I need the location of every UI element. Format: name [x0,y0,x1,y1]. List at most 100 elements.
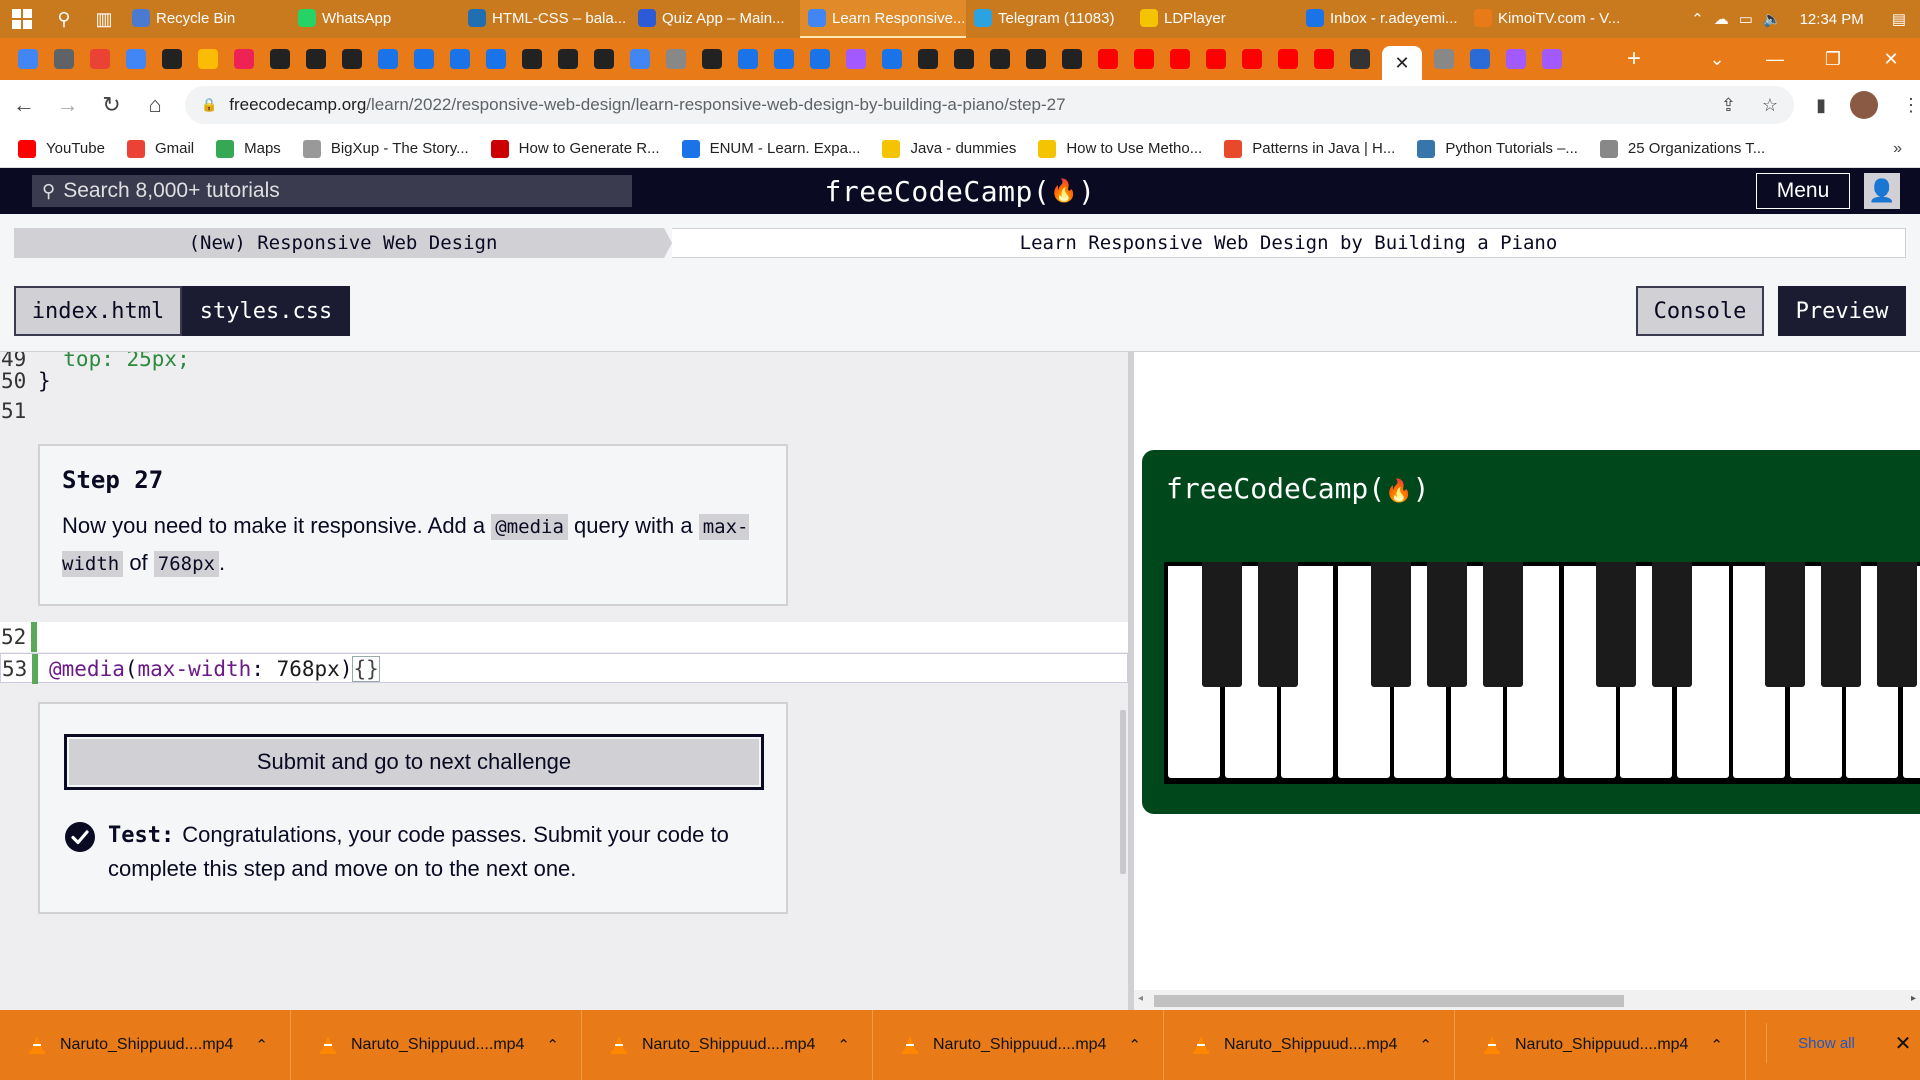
browser-tab[interactable] [374,45,402,73]
taskbar-task[interactable]: WhatsApp [290,0,460,38]
browser-tab[interactable] [230,45,258,73]
close-downloads-icon[interactable]: ✕ [1886,1023,1920,1063]
taskbar-task[interactable]: KimoiTV.com - V... [1466,0,1638,38]
breadcrumb-block[interactable]: Learn Responsive Web Design by Building … [672,228,1906,258]
browser-tab[interactable] [158,45,186,73]
scroll-right-icon[interactable]: ▸ [1911,993,1916,1004]
browser-tab[interactable] [626,45,654,73]
notifications-icon[interactable]: ▤ [1892,10,1906,28]
browser-tab[interactable] [266,45,294,73]
browser-tab[interactable] [1166,45,1194,73]
code-line-active[interactable]: 53 @media(max-width: 768px){} [0,653,1128,684]
user-avatar-icon[interactable]: 👤 [1864,173,1900,209]
bookmark-item[interactable]: YouTube [18,139,105,158]
code-line[interactable]: 51 [0,396,1128,426]
browser-tab[interactable] [410,45,438,73]
download-item[interactable]: Naruto_Shippuud....mp4 ⌃ [0,1010,291,1080]
search-icon[interactable]: ⚲ [44,0,84,38]
browser-tab[interactable] [1574,45,1602,73]
browser-tab[interactable] [338,45,366,73]
clock[interactable]: 12:34 PM [1800,11,1864,28]
submit-button[interactable]: Submit and go to next challenge [64,734,764,790]
browser-tab[interactable] [1022,45,1050,73]
browser-tab[interactable] [1238,45,1266,73]
chevron-up-icon[interactable]: ⌃ [1128,1036,1141,1054]
taskbar-task[interactable]: Recycle Bin [124,0,290,38]
chevron-up-icon[interactable]: ⌃ [1691,10,1704,28]
bookmark-item[interactable]: How to Use Metho... [1038,139,1202,158]
browser-tab[interactable] [1274,45,1302,73]
bookmark-item[interactable]: How to Generate R... [490,139,660,158]
browser-tab[interactable] [86,45,114,73]
windows-start-icon[interactable] [0,0,44,38]
code-line[interactable]: 50 } [0,366,1128,396]
restore-icon[interactable]: ❐ [1804,49,1862,70]
taskbar-task[interactable]: LDPlayer [1132,0,1298,38]
browser-tab-active[interactable]: ✕ [1382,46,1422,80]
browser-tab[interactable] [662,45,690,73]
taskbar-task[interactable]: HTML-CSS – bala... [460,0,630,38]
browser-tab[interactable] [1058,45,1086,73]
browser-tab[interactable] [878,45,906,73]
code-editor[interactable]: 49 top: 25px; 50 } 51 Step 27 Now you ne… [0,352,1128,1010]
scrollbar-thumb[interactable] [1154,995,1624,1007]
forward-icon[interactable]: → [48,85,88,125]
browser-tab[interactable] [1538,45,1566,73]
volume-icon[interactable]: 🔈 [1763,10,1782,28]
browser-tab[interactable] [770,45,798,73]
bookmark-item[interactable]: BigXup - The Story... [302,139,469,158]
task-view-icon[interactable]: ▥ [84,0,124,38]
home-icon[interactable]: ⌂ [135,85,175,125]
bookmark-item[interactable]: Python Tutorials –... [1417,139,1578,158]
browser-tab[interactable] [122,45,150,73]
code-line[interactable]: 52 [0,622,1128,652]
download-item[interactable]: Naruto_Shippuud....mp4 ⌃ [291,1010,582,1080]
taskbar-task[interactable]: Quiz App – Main... [630,0,800,38]
preview-button[interactable]: Preview [1778,286,1906,336]
taskbar-task[interactable]: Learn Responsive... [800,0,966,38]
show-all-downloads-link[interactable]: Show all [1766,1023,1886,1063]
chevron-up-icon[interactable]: ⌃ [255,1036,268,1054]
preview-scrollbar[interactable]: ◂ ▸ [1134,990,1920,1010]
cloud-icon[interactable]: ☁ [1714,10,1729,28]
browser-tab[interactable] [1502,45,1530,73]
bookmark-item[interactable]: Gmail [126,139,194,158]
browser-tab[interactable] [50,45,78,73]
chevron-up-icon[interactable]: ⌃ [837,1036,850,1054]
console-button[interactable]: Console [1636,286,1764,336]
breadcrumb-superblock[interactable]: (New) Responsive Web Design [14,228,672,258]
tab-search-icon[interactable]: ⌄ [1688,49,1746,70]
browser-tab[interactable] [14,45,42,73]
chevron-up-icon[interactable]: ⌃ [546,1036,559,1054]
menu-button[interactable]: Menu [1756,173,1850,209]
browser-tab[interactable] [482,45,510,73]
browser-tab[interactable] [1466,45,1494,73]
more-options-icon[interactable]: ⋮ [1902,95,1920,116]
bookmark-item[interactable]: Patterns in Java | H... [1224,139,1395,158]
browser-tab[interactable] [194,45,222,73]
back-icon[interactable]: ← [4,85,44,125]
taskbar-task[interactable]: Telegram (11083) [966,0,1132,38]
close-tab-icon[interactable]: ✕ [1394,53,1409,74]
browser-tab[interactable] [950,45,978,73]
browser-tab[interactable] [590,45,618,73]
preview-pane[interactable]: freeCodeCamp(🔥) ◂ ▸ [1134,352,1920,1010]
browser-tab[interactable] [518,45,546,73]
browser-tab[interactable] [842,45,870,73]
tab-styles-css[interactable]: styles.css [182,286,350,336]
profile-avatar[interactable] [1849,91,1878,119]
new-tab-button[interactable]: + [1620,45,1648,73]
reload-icon[interactable]: ↻ [92,85,132,125]
bookmark-item[interactable]: Java - dummies [882,139,1016,158]
bookmark-item[interactable]: ENUM - Learn. Expa... [681,139,860,158]
browser-tab[interactable] [734,45,762,73]
browser-tab[interactable] [1202,45,1230,73]
fcc-search-input[interactable]: ⚲ Search 8,000+ tutorials [32,175,632,207]
browser-tab[interactable] [1094,45,1122,73]
tab-index-html[interactable]: index.html [14,286,182,336]
bookmarks-overflow-button[interactable]: » [1893,130,1902,168]
download-item[interactable]: Naruto_Shippuud....mp4 ⌃ [873,1010,1164,1080]
share-icon[interactable]: ⇪ [1721,95,1736,116]
browser-tab[interactable] [806,45,834,73]
bookmark-star-icon[interactable]: ☆ [1762,95,1778,116]
